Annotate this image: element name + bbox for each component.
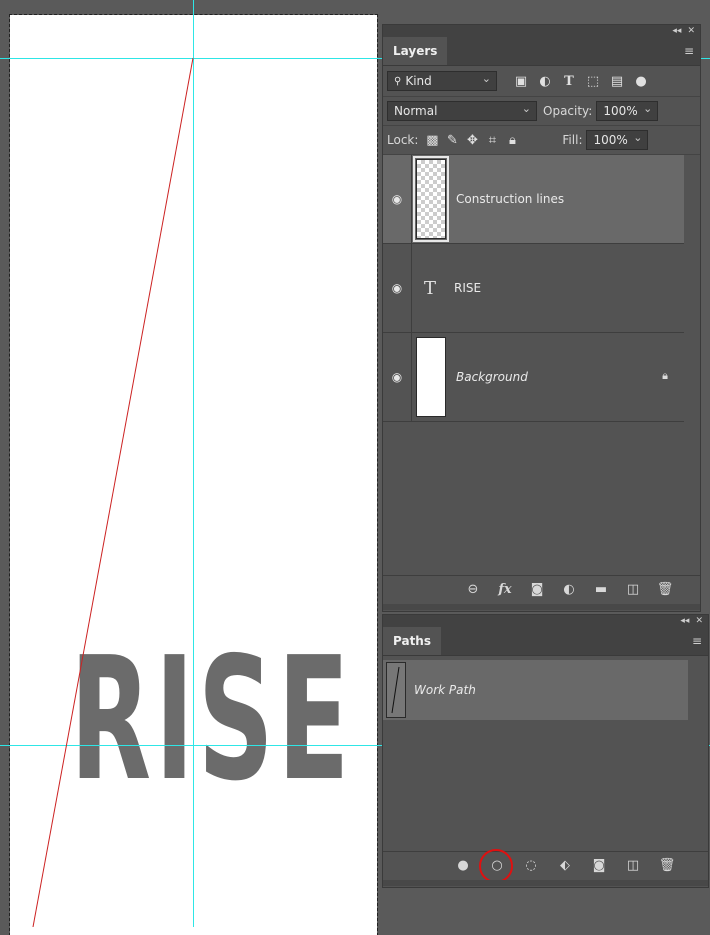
new-group-icon[interactable]: ▬ <box>592 582 610 597</box>
panel-menu-icon[interactable]: ≡ <box>684 44 694 58</box>
layer-thumbnail <box>413 156 449 242</box>
path-thumbnail <box>386 662 406 718</box>
stroke-path-icon[interactable]: ○ <box>479 849 513 883</box>
lock-image-icon[interactable]: ✎ <box>442 130 462 150</box>
add-mask-icon[interactable]: ◙ <box>528 582 546 597</box>
lock-row: Lock: ▩ ✎ ✥ ⌗ 🔒︎ Fill: 100% ⌄ <box>383 126 700 155</box>
fill-label: Fill: <box>562 133 583 147</box>
vertical-guide[interactable] <box>193 0 194 927</box>
visibility-eye-icon[interactable]: ◉ <box>383 244 412 332</box>
lock-label: Lock: <box>387 133 419 147</box>
panel-topbar: ◂◂ ✕ <box>383 25 700 37</box>
chevron-down-icon: ⌄ <box>643 102 653 115</box>
layer-thumbnail <box>416 337 446 417</box>
path-list: Work Path <box>383 660 708 720</box>
chevron-down-icon: ⌄ <box>633 131 643 144</box>
visibility-eye-icon[interactable]: ◉ <box>383 155 412 243</box>
paths-tabbar: Paths ≡ <box>383 627 708 656</box>
panel-menu-icon[interactable]: ≡ <box>692 634 702 648</box>
panel-topbar: ◂◂ ✕ <box>383 615 708 627</box>
blend-row: Normal ⌄ Opacity: 100% ⌄ <box>383 97 700 126</box>
new-path-icon[interactable]: ◫ <box>624 858 642 873</box>
layer-name: Background <box>456 370 528 384</box>
layer-name: RISE <box>454 281 482 295</box>
layer-row-construction-lines[interactable]: ◉ Construction lines <box>383 155 684 244</box>
fill-path-icon[interactable]: ● <box>454 858 472 873</box>
path-name: Work Path <box>414 683 476 697</box>
blend-mode-select[interactable]: Normal ⌄ <box>387 101 537 121</box>
path-row-work-path[interactable]: Work Path <box>383 660 688 720</box>
visibility-eye-icon[interactable]: ◉ <box>383 333 412 421</box>
kind-select[interactable]: ⚲ Kind ⌄ <box>387 71 497 91</box>
chevron-down-icon: ⌄ <box>521 102 531 115</box>
delete-icon[interactable]: 🗑︎ <box>656 582 674 597</box>
chevron-down-icon: ⌄ <box>481 72 491 85</box>
image-filter-icon[interactable]: ▣ <box>511 71 531 91</box>
fill-field[interactable]: 100% ⌄ <box>586 130 649 150</box>
delete-icon[interactable]: 🗑︎ <box>658 858 676 873</box>
collapse-icon[interactable]: ◂◂ <box>672 25 681 37</box>
tab-paths[interactable]: Paths <box>383 627 441 655</box>
panel-resize-grip[interactable] <box>383 604 700 610</box>
link-layers-icon[interactable]: ⊖ <box>464 582 482 597</box>
tab-layers[interactable]: Layers <box>383 37 448 65</box>
layers-footer: ⊖ fx ◙ ◐ ▬ ◫ 🗑︎ <box>383 575 700 603</box>
rise-text: RISE <box>70 621 354 819</box>
new-layer-icon[interactable]: ◫ <box>624 582 642 597</box>
layer-name: Construction lines <box>456 192 565 206</box>
paths-panel: ◂◂ ✕ Paths ≡ Work Path ● ○ ◌ ⬖ ◙ ◫ 🗑︎ <box>382 614 709 888</box>
make-work-path-icon[interactable]: ⬖ <box>556 858 574 873</box>
text-layer-icon: T <box>423 277 436 299</box>
opacity-label: Opacity: <box>543 104 593 118</box>
close-icon[interactable]: ✕ <box>687 25 695 37</box>
smart-object-filter-icon[interactable]: ▤ <box>607 71 627 91</box>
lock-artboard-icon[interactable]: ⌗ <box>482 130 502 150</box>
opacity-field[interactable]: 100% ⌄ <box>596 101 659 121</box>
layer-row-rise[interactable]: ◉ T RISE <box>383 244 684 333</box>
layers-panel: ◂◂ ✕ Layers ≡ ⚲ Kind ⌄ ▣ ◐ T ⬚ ▤ ● Norma… <box>382 24 701 612</box>
shape-filter-icon[interactable]: ⬚ <box>583 71 603 91</box>
lock-icon: 🔒︎ <box>662 369 668 382</box>
highlight-circle <box>479 849 513 883</box>
lock-transparent-icon[interactable]: ▩ <box>422 130 442 150</box>
close-icon[interactable]: ✕ <box>695 615 703 627</box>
layer-list: ◉ Construction lines ◉ T RISE ◉ Backgrou… <box>383 155 684 422</box>
collapse-icon[interactable]: ◂◂ <box>680 615 689 627</box>
fx-icon[interactable]: fx <box>496 582 514 597</box>
kind-value: Kind <box>405 74 432 88</box>
panel-resize-grip[interactable] <box>383 880 708 886</box>
adjustment-filter-icon[interactable]: ◐ <box>535 71 555 91</box>
layer-row-background[interactable]: ◉ Background 🔒︎ <box>383 333 684 422</box>
search-icon: ⚲ <box>394 75 402 87</box>
type-filter-icon[interactable]: T <box>559 71 579 91</box>
lock-position-icon[interactable]: ✥ <box>462 130 482 150</box>
fill-value: 100% <box>593 133 628 147</box>
lock-all-icon[interactable]: 🔒︎ <box>502 130 522 150</box>
filter-row: ⚲ Kind ⌄ ▣ ◐ T ⬚ ▤ ● <box>383 66 700 97</box>
layers-tabbar: Layers ≡ <box>383 37 700 66</box>
load-selection-icon[interactable]: ◌ <box>522 858 540 873</box>
add-mask-icon[interactable]: ◙ <box>590 858 608 873</box>
adjustment-layer-icon[interactable]: ◐ <box>560 582 578 597</box>
paths-footer: ● ○ ◌ ⬖ ◙ ◫ 🗑︎ <box>383 849 708 883</box>
opacity-value: 100% <box>603 104 638 118</box>
filter-toggle-icon[interactable]: ● <box>631 71 651 91</box>
blend-mode-value: Normal <box>394 104 438 118</box>
